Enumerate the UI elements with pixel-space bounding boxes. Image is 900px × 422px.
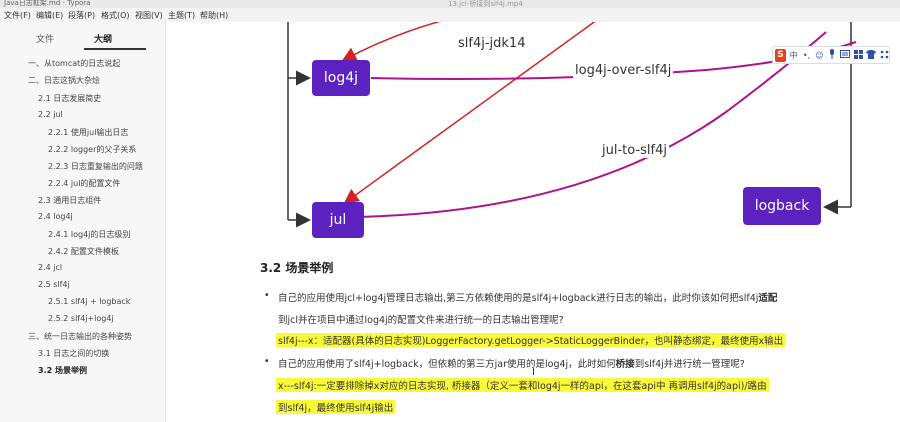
jul-node: jul	[312, 202, 364, 238]
outline-item[interactable]: 二、日志这锅大杂烩	[28, 75, 100, 86]
outline-item[interactable]: 3.1 日志之间的切换	[38, 348, 109, 359]
outline-item[interactable]: 2.2.4 jul的配置文件	[48, 178, 120, 189]
keyboard-icon[interactable]	[840, 50, 851, 60]
outline-item[interactable]: 一、从tomcat的日志说起	[28, 58, 120, 69]
bullet-1-line-1: 自己的应用使用jcl+log4j管理日志输出,第三方依赖使用的是slf4j+lo…	[264, 290, 777, 304]
apps-icon[interactable]	[879, 50, 889, 61]
outline-item-active[interactable]: 3.2 场景举例	[38, 365, 87, 376]
menu-view[interactable]: 视图(V)	[135, 10, 163, 21]
grid-icon[interactable]	[853, 49, 863, 61]
emoji-icon[interactable]: ☺	[814, 51, 824, 60]
ime-punctuation-toggle[interactable]: •,	[802, 51, 812, 60]
skin-icon[interactable]	[866, 49, 877, 61]
sogou-logo-icon[interactable]: S	[775, 48, 786, 62]
bullet-1-line-2: 到jcl并在项目中通过log4j的配置文件来进行统一的日志输出管理呢?	[278, 315, 564, 326]
edge-label-log4j-over-slf4j: log4j-over-slf4j	[573, 63, 674, 78]
sidebar: 文件 大纲 一、从tomcat的日志说起 二、日志这锅大杂烩 2.1 日志发展简…	[0, 22, 166, 422]
edge-label-slf4j-jdk14: slf4j-jdk14	[456, 36, 528, 51]
section-heading: 3.2 场景举例	[260, 261, 334, 275]
bullet-1-answer: slf4j---x：适配器(具体的日志实现)LoggerFactory.getL…	[276, 333, 786, 347]
outline-item[interactable]: 2.3 通用日志组件	[38, 195, 101, 206]
ime-toolbar[interactable]: S 中 •, ☺	[772, 46, 890, 64]
menu-bar: 文件(F) 编辑(E) 段落(P) 格式(O) 视图(V) 主题(T) 帮助(H…	[0, 8, 900, 22]
menu-format[interactable]: 格式(O)	[101, 10, 130, 21]
red-arrow-to-log4j	[341, 22, 441, 62]
outline-item[interactable]: 2.4 jcl	[38, 263, 62, 272]
outline-item[interactable]: 2.2.2 logger的父子关系	[48, 144, 136, 155]
tab-files[interactable]: 文件	[36, 32, 54, 45]
logback-node: logback	[743, 187, 821, 225]
bullet-2-answer-2: 到slf4j，最终使用slf4j输出	[276, 400, 396, 414]
text-cursor-icon: I	[532, 367, 535, 378]
menu-theme[interactable]: 主题(T)	[168, 10, 195, 21]
outline-item[interactable]: 2.5.1 slf4j + logback	[48, 297, 130, 306]
outline-item[interactable]: 2.4 log4j	[38, 212, 73, 221]
log4j-node: log4j	[312, 60, 370, 96]
menu-paragraph[interactable]: 段落(P)	[68, 10, 95, 21]
outline-item[interactable]: 2.2.3 日志重复输出的问题	[48, 161, 143, 172]
window-title: Java日志框架.md - Typora	[4, 0, 91, 7]
outline-item[interactable]: 三、统一日志输出的各种姿势	[28, 331, 132, 342]
outline-item[interactable]: 2.4.2 配置文件模板	[48, 246, 119, 257]
outline-item[interactable]: 2.4.1 log4j的日志级别	[48, 229, 130, 240]
menu-file[interactable]: 文件(F)	[4, 10, 31, 21]
outline-item[interactable]: 2.5.2 slf4j+log4j	[48, 314, 114, 323]
bullet-2-answer-1: x---slf4j:一定要排除掉x对应的日志实现, 桥接器（定义一套和log4j…	[276, 378, 769, 392]
ime-chinese-toggle[interactable]: 中	[789, 50, 799, 61]
title-bar: Java日志框架.md - Typora 13.jcl-桥接到slf4j.mp4	[0, 0, 900, 8]
microphone-icon[interactable]	[827, 49, 837, 61]
bullet-2-line-1: 自己的应用使用了slf4j+logback，但依赖的第三方jar使用的是log4…	[264, 356, 745, 370]
menu-help[interactable]: 帮助(H)	[200, 10, 228, 21]
outline-item[interactable]: 2.2 jul	[38, 110, 63, 119]
outline-item[interactable]: 2.1 日志发展简史	[38, 93, 101, 104]
menu-edit[interactable]: 编辑(E)	[36, 10, 63, 21]
outline-item[interactable]: 2.5 slf4j	[38, 280, 70, 289]
edge-label-jul-to-slf4j: jul-to-slf4j	[600, 143, 669, 158]
active-tab-indicator	[84, 48, 146, 50]
video-title: 13.jcl-桥接到slf4j.mp4	[448, 0, 523, 8]
outline-item[interactable]: 2.2.1 使用jul输出日志	[48, 127, 128, 138]
editor-content: log4j jul logback slf4j-jdk14 log4j-over…	[166, 22, 900, 422]
tab-outline[interactable]: 大纲	[94, 32, 112, 45]
